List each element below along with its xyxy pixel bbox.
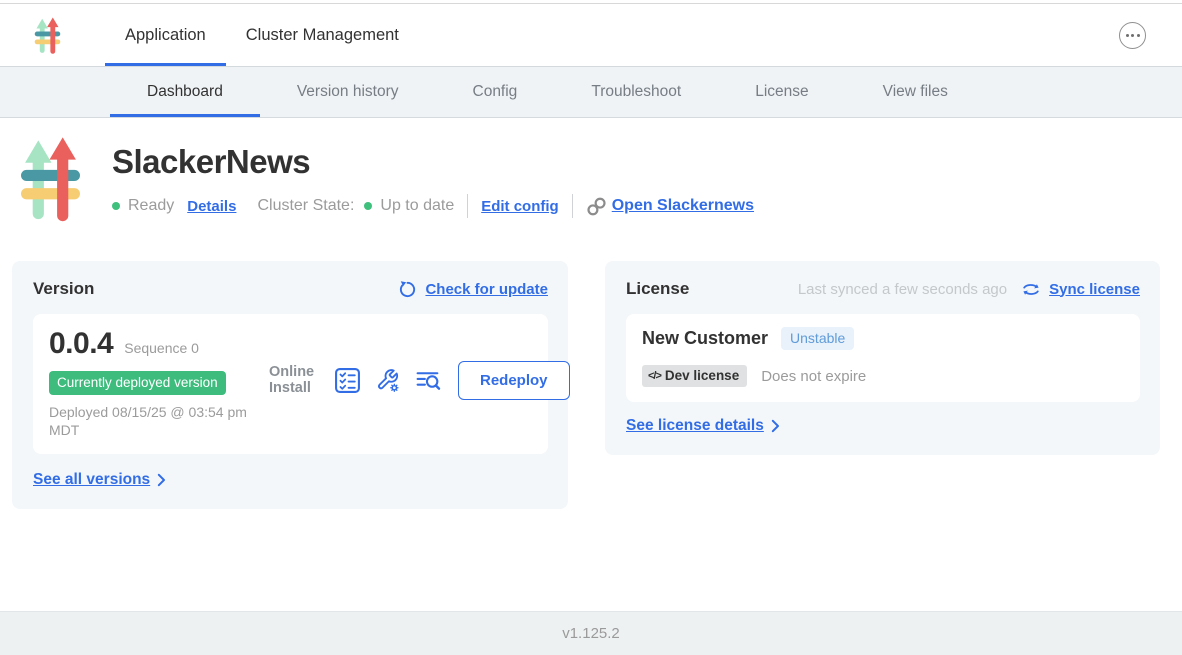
sync-arrows-icon — [1021, 281, 1041, 298]
install-type-label: Online Install — [269, 364, 321, 397]
app-status-label: Ready — [128, 197, 174, 215]
view-logs-icon[interactable] — [414, 367, 442, 394]
customer-row: New Customer Unstable — [642, 327, 1124, 350]
ellipsis-icon — [1126, 34, 1129, 37]
page-title: SlackerNews — [112, 143, 754, 181]
see-license-details-row[interactable]: See license details — [626, 417, 1140, 435]
app-header-text: SlackerNews Ready Details Cluster State:… — [112, 136, 754, 227]
console-footer: v1.125.2 — [0, 611, 1182, 655]
currently-deployed-badge: Currently deployed version — [49, 371, 226, 395]
redeploy-button[interactable]: Redeploy — [458, 361, 570, 400]
tab-version-history-label: Version history — [297, 83, 399, 101]
tab-dashboard-label: Dashboard — [147, 83, 223, 101]
license-type-label: Dev license — [665, 368, 739, 383]
tab-view-files-label: View files — [883, 83, 948, 101]
tab-troubleshoot[interactable]: Troubleshoot — [554, 67, 718, 117]
license-card-header: License Last synced a few seconds ago Sy… — [626, 279, 1140, 299]
tab-cluster-management[interactable]: Cluster Management — [226, 4, 419, 66]
customer-name: New Customer — [642, 328, 768, 349]
config-wrench-gear-icon[interactable] — [374, 367, 401, 394]
open-app-link[interactable]: Open Slackernews — [612, 197, 754, 215]
expiration-label: Does not expire — [761, 368, 866, 385]
console-version: v1.125.2 — [562, 625, 620, 642]
tab-config-label: Config — [473, 83, 518, 101]
app-logo — [20, 136, 81, 227]
tab-license-label: License — [755, 83, 808, 101]
version-info: 0.0.4 Sequence 0 Currently deployed vers… — [49, 327, 269, 439]
topnav-spacer — [419, 4, 1119, 66]
cluster-state-label: Cluster State: — [257, 197, 354, 215]
more-menu-button[interactable] — [1119, 22, 1146, 49]
app-status-dot — [112, 202, 120, 210]
cluster-state-dot — [364, 202, 372, 210]
channel-badge: Unstable — [781, 327, 854, 350]
tab-cluster-management-label: Cluster Management — [246, 26, 399, 45]
version-card-title: Version — [33, 279, 94, 299]
refresh-icon — [398, 280, 417, 299]
chevron-right-icon — [157, 473, 166, 487]
see-license-details-link[interactable]: See license details — [626, 417, 764, 435]
tab-troubleshoot-label: Troubleshoot — [591, 83, 681, 101]
check-for-update-link[interactable]: Check for update — [425, 281, 548, 298]
divider — [467, 194, 468, 218]
version-card-header: Version Check for update — [33, 279, 548, 299]
cluster-state-value: Up to date — [380, 197, 454, 215]
license-card-title: License — [626, 279, 689, 299]
details-link[interactable]: Details — [187, 198, 236, 215]
app-sub-nav: Dashboard Version history Config Trouble… — [0, 67, 1182, 118]
last-synced-label: Last synced a few seconds ago — [798, 281, 1007, 298]
tab-application-label: Application — [125, 26, 206, 45]
tab-version-history[interactable]: Version history — [260, 67, 436, 117]
version-card: Version Check for update 0.0.4 Sequence … — [12, 261, 568, 509]
license-card: License Last synced a few seconds ago Sy… — [605, 261, 1160, 455]
divider — [572, 194, 573, 218]
license-type-badge: </> Dev license — [642, 365, 747, 387]
version-actions: Online Install — [269, 361, 570, 400]
preflight-checks-icon[interactable] — [334, 367, 361, 394]
open-app-link-group[interactable]: Open Slackernews — [586, 196, 754, 217]
see-all-versions-row[interactable]: See all versions — [33, 471, 548, 489]
license-type-row: </> Dev license Does not expire — [642, 365, 1124, 387]
code-brackets-icon: </> — [648, 370, 661, 382]
tab-license[interactable]: License — [718, 67, 845, 117]
license-detail-panel: New Customer Unstable </> Dev license Do… — [626, 314, 1140, 402]
tab-config[interactable]: Config — [436, 67, 555, 117]
chain-link-icon — [586, 196, 607, 217]
tab-dashboard[interactable]: Dashboard — [110, 67, 260, 117]
app-status-row: Ready Details Cluster State: Up to date … — [112, 194, 754, 218]
top-nav-bar: Application Cluster Management — [0, 4, 1182, 67]
see-all-versions-link[interactable]: See all versions — [33, 471, 150, 489]
current-version-panel: 0.0.4 Sequence 0 Currently deployed vers… — [33, 314, 548, 454]
tab-application[interactable]: Application — [105, 4, 226, 66]
app-header: SlackerNews Ready Details Cluster State:… — [0, 118, 1182, 227]
tab-view-files[interactable]: View files — [846, 67, 985, 117]
dashboard-cards: Version Check for update 0.0.4 Sequence … — [0, 227, 1182, 509]
brand-logo-icon — [34, 4, 61, 66]
deployed-timestamp: Deployed 08/15/25 @ 03:54 pm MDT — [49, 403, 257, 439]
sequence-label: Sequence 0 — [124, 340, 199, 356]
edit-config-link[interactable]: Edit config — [481, 198, 559, 215]
chevron-right-icon — [771, 419, 780, 433]
version-number: 0.0.4 — [49, 327, 113, 361]
sync-license-link[interactable]: Sync license — [1049, 281, 1140, 298]
